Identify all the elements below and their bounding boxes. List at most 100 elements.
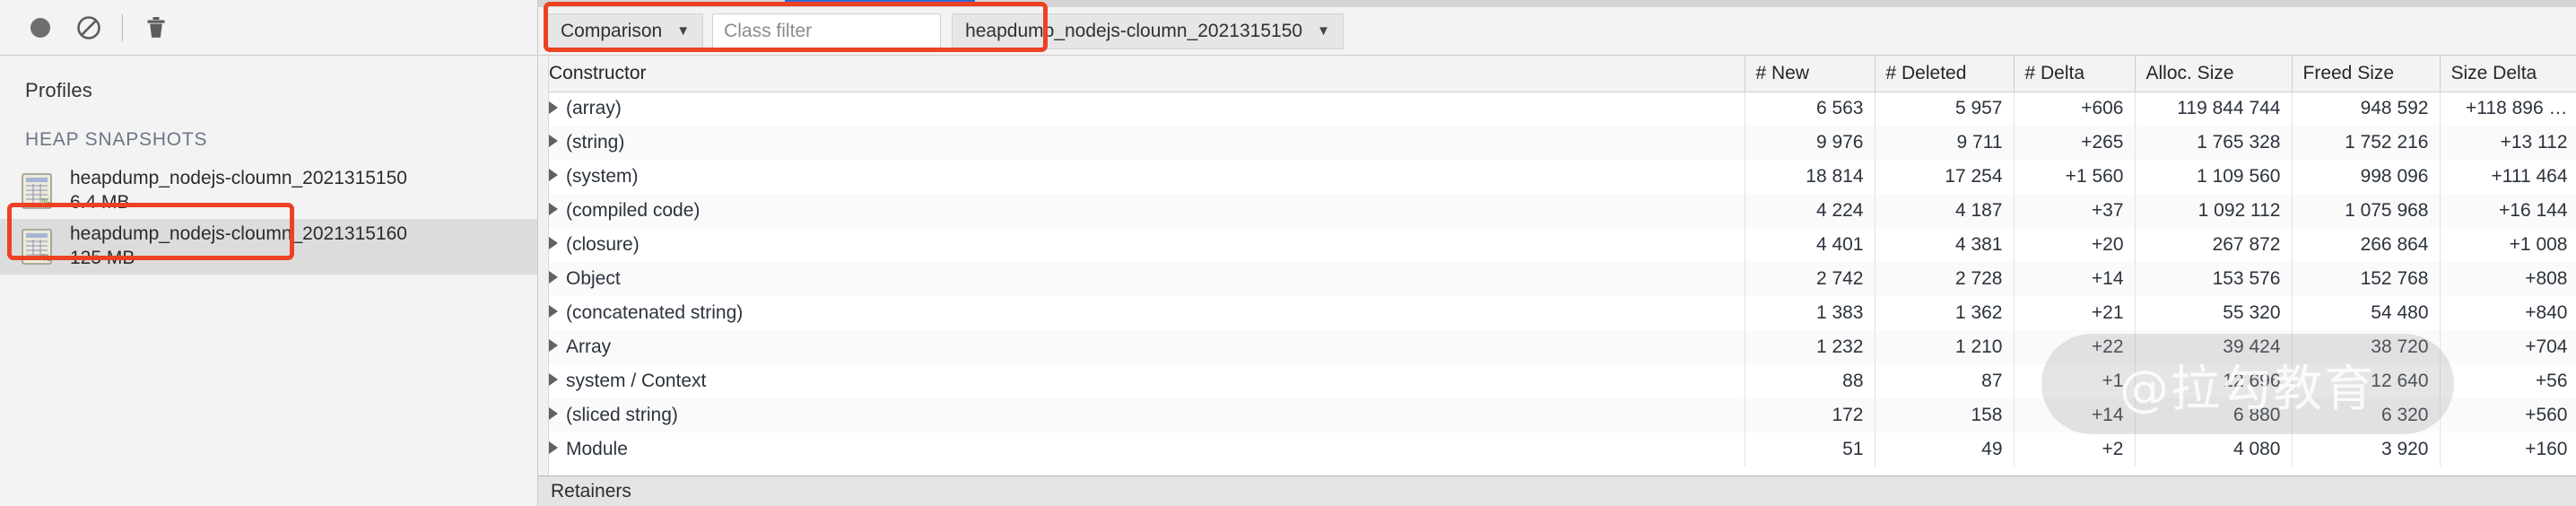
cell-new: 4 224 [1745, 194, 1875, 228]
clear-button[interactable] [65, 4, 113, 52]
trash-icon [147, 16, 165, 38]
table-row[interactable]: system / Context 88 87 +1 12 696 12 640 +56 [538, 364, 2576, 398]
table-row[interactable]: (concatenated string) 1 383 1 362 +21 55 320… [538, 296, 2576, 330]
cell-deleted: 1 210 [1875, 330, 2015, 364]
table-row[interactable]: (system) 18 814 17 254 +1 560 1 109 560 998 0… [538, 160, 2576, 194]
column-header-deleted[interactable]: # Deleted [1875, 56, 2015, 92]
column-header-size-delta[interactable]: Size Delta [2440, 56, 2576, 92]
view-mode-label: Comparison [561, 20, 663, 41]
cell-deleted: 2 728 [1875, 262, 2015, 296]
tab-strip [538, 0, 2576, 7]
table-row[interactable]: Module 51 49 +2 4 080 3 920 +160 [538, 432, 2576, 467]
class-filter-input[interactable] [712, 13, 942, 49]
constructors-grid: Constructor # New # Deleted # Delta Allo… [538, 56, 2576, 475]
cell-size-delta: +16 144 [2440, 194, 2576, 228]
cell-constructor: Object [538, 262, 1745, 296]
snapshot-name: heapdump_nodejs-cloumn_2021315160 [70, 223, 407, 245]
expand-triangle-icon[interactable] [549, 373, 558, 387]
table-row[interactable]: (closure) 4 401 4 381 +20 267 872 266 864 +1 0… [538, 228, 2576, 262]
retainers-label: Retainers [551, 480, 631, 502]
column-header-alloc-size[interactable]: Alloc. Size [2135, 56, 2293, 92]
cell-constructor: system / Context [538, 364, 1745, 398]
cell-new: 18 814 [1745, 160, 1875, 194]
retainers-section-header[interactable]: Retainers [538, 475, 2576, 506]
cell-constructor: (closure) [538, 228, 1745, 262]
view-mode-select[interactable]: Comparison ▼ [547, 13, 704, 49]
snapshot-item-1[interactable]: % heapdump_nodejs-cloumn_2021315160 125 … [0, 219, 537, 275]
cell-alloc-size: 119 844 744 [2135, 92, 2293, 126]
cell-alloc-size: 6 880 [2135, 398, 2293, 432]
cell-deleted: 49 [1875, 432, 2015, 467]
table-header-row: Constructor # New # Deleted # Delta Allo… [538, 56, 2576, 92]
cell-size-delta: +1 008 [2440, 228, 2576, 262]
column-header-delta[interactable]: # Delta [2014, 56, 2136, 92]
table-row[interactable]: (string) 9 976 9 711 +265 1 765 328 1 752 216… [538, 126, 2576, 160]
constructor-name: (string) [566, 132, 625, 153]
cell-alloc-size: 1 765 328 [2135, 126, 2293, 160]
cell-size-delta: +560 [2440, 398, 2576, 432]
svg-text:%: % [41, 196, 50, 208]
baseline-snapshot-select[interactable]: heapdump_nodejs-cloumn_2021315150 ▼ [952, 13, 1344, 49]
expand-triangle-icon[interactable] [549, 305, 558, 318]
cell-delta: +2 [2014, 432, 2136, 467]
record-button[interactable] [16, 4, 65, 52]
cell-freed-size: 6 320 [2292, 398, 2441, 432]
cell-delta: +14 [2014, 398, 2136, 432]
cell-constructor: Array [538, 330, 1745, 364]
expand-triangle-icon[interactable] [549, 407, 558, 421]
cell-size-delta: +13 112 [2440, 126, 2576, 160]
cell-deleted: 4 381 [1875, 228, 2015, 262]
snapshot-item-0[interactable]: % heapdump_nodejs-cloumn_2021315150 6.4 … [0, 163, 537, 219]
table-row[interactable]: Object 2 742 2 728 +14 153 576 152 768 +808 [538, 262, 2576, 296]
table-row[interactable]: Array 1 232 1 210 +22 39 424 38 720 +704 [538, 330, 2576, 364]
cell-new: 1 383 [1745, 296, 1875, 330]
sidebar-toolbar [0, 0, 537, 56]
cell-deleted: 17 254 [1875, 160, 2015, 194]
cell-freed-size: 38 720 [2292, 330, 2441, 364]
baseline-snapshot-label: heapdump_nodejs-cloumn_2021315150 [965, 20, 1303, 41]
cell-constructor: (system) [538, 160, 1745, 194]
cell-new: 4 401 [1745, 228, 1875, 262]
cell-alloc-size: 1 109 560 [2135, 160, 2293, 194]
cell-constructor: (concatenated string) [538, 296, 1745, 330]
cell-delta: +265 [2014, 126, 2136, 160]
cell-delta: +22 [2014, 330, 2136, 364]
cell-freed-size: 998 096 [2292, 160, 2441, 194]
cell-freed-size: 3 920 [2292, 432, 2441, 467]
table-row[interactable]: (array) 6 563 5 957 +606 119 844 744 948 592 +… [538, 92, 2576, 126]
expand-triangle-icon[interactable] [549, 237, 558, 250]
cell-constructor: (string) [538, 126, 1745, 160]
devtools-memory-panel: Profiles HEAP SNAPSHOTS % heapdump_nodej… [0, 0, 2576, 506]
heap-snapshot-icon: % [22, 173, 52, 209]
cell-delta: +14 [2014, 262, 2136, 296]
cell-deleted: 5 957 [1875, 92, 2015, 126]
grid-left-gutter [538, 56, 549, 475]
cell-alloc-size: 4 080 [2135, 432, 2293, 467]
column-header-constructor[interactable]: Constructor [538, 56, 1745, 92]
cell-delta: +606 [2014, 92, 2136, 126]
constructor-name: Array [566, 336, 612, 357]
expand-triangle-icon[interactable] [549, 100, 558, 114]
expand-triangle-icon[interactable] [549, 203, 558, 216]
expand-triangle-icon[interactable] [549, 135, 558, 148]
delete-button[interactable] [132, 4, 180, 52]
table-row[interactable]: (sliced string) 172 158 +14 6 880 6 320 +560 [538, 398, 2576, 432]
column-header-new[interactable]: # New [1745, 56, 1875, 92]
constructor-name: system / Context [566, 371, 707, 391]
cell-delta: +1 560 [2014, 160, 2136, 194]
expand-triangle-icon[interactable] [549, 169, 558, 182]
filter-toolbar: Comparison ▼ heapdump_nodejs-cloumn_2021… [538, 2, 2576, 56]
snapshot-size: 125 MB [70, 248, 135, 268]
cell-deleted: 1 362 [1875, 296, 2015, 330]
expand-triangle-icon[interactable] [549, 271, 558, 284]
toolbar-divider [122, 13, 123, 41]
constructor-name: (compiled code) [566, 200, 701, 221]
column-header-freed-size[interactable]: Freed Size [2292, 56, 2441, 92]
constructors-table: Constructor # New # Deleted # Delta Allo… [538, 56, 2576, 467]
cell-size-delta: +704 [2440, 330, 2576, 364]
constructor-name: (concatenated string) [566, 302, 744, 323]
table-row[interactable]: (compiled code) 4 224 4 187 +37 1 092 112 1 0… [538, 194, 2576, 228]
cell-constructor: (compiled code) [538, 194, 1745, 228]
expand-triangle-icon[interactable] [549, 441, 558, 455]
expand-triangle-icon[interactable] [549, 339, 558, 353]
